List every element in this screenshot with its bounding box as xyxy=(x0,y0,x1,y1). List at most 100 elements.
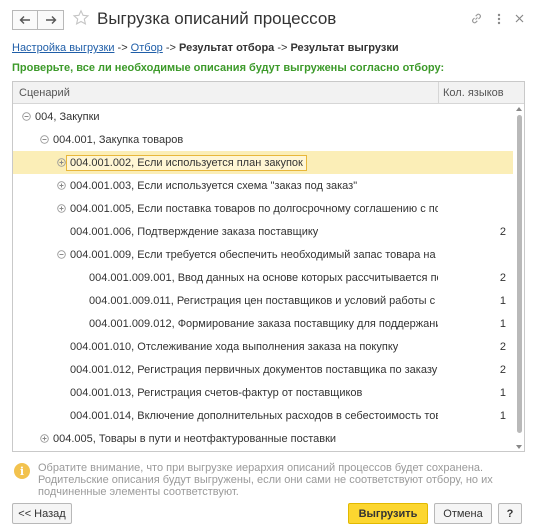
expand-icon[interactable] xyxy=(56,204,66,213)
cancel-button[interactable]: Отмена xyxy=(434,503,492,524)
nav-buttons xyxy=(12,10,64,30)
scenario-label: 004.001.010, Отслеживание хода выполнени… xyxy=(70,340,399,353)
scenario-cell[interactable]: 004.001.014, Включение дополнительных ра… xyxy=(13,404,438,427)
favorite-star-icon[interactable] xyxy=(72,9,90,30)
languages-count-cell: 2 xyxy=(499,340,506,353)
breadcrumb-separator: -> xyxy=(274,42,291,54)
languages-count-cell: 1 xyxy=(499,409,506,422)
table-row[interactable]: 004.001.012, Регистрация первичных докум… xyxy=(13,358,513,381)
scenario-label: 004.001.013, Регистрация счетов-фактур о… xyxy=(70,386,363,399)
languages-count-cell xyxy=(439,105,513,128)
forward-arrow-button[interactable] xyxy=(38,10,64,30)
languages-count-cell: 1 xyxy=(499,386,506,399)
languages-count-cell: 1 xyxy=(499,294,506,307)
table-row[interactable]: 004.001.002, Если используется план заку… xyxy=(13,151,513,174)
scenario-cell[interactable]: 004.001, Закупка товаров xyxy=(13,128,438,151)
table-row[interactable]: 004.005, Товары в пути и неотфактурованн… xyxy=(13,427,513,450)
vertical-scrollbar[interactable] xyxy=(515,105,524,451)
scenario-cell[interactable]: 004.001.013, Регистрация счетов-фактур о… xyxy=(13,381,438,404)
scenario-cell[interactable]: 004.001.003, Если используется схема "за… xyxy=(13,174,438,197)
collapse-icon[interactable] xyxy=(21,112,31,121)
check-prompt: Проверьте, все ли необходимые описания б… xyxy=(12,62,445,74)
table-header: Сценарий Кол. языков xyxy=(13,82,524,104)
breadcrumb-separator: -> xyxy=(162,42,180,54)
close-icon[interactable] xyxy=(515,14,524,23)
languages-count-cell xyxy=(439,197,513,220)
languages-count-cell: 2 xyxy=(499,271,506,284)
column-header-scenario[interactable]: Сценарий xyxy=(19,87,70,99)
scenario-table: Сценарий Кол. языков 004, Закупки 004.001… xyxy=(12,81,525,452)
window-controls xyxy=(470,12,524,25)
scenario-cell[interactable]: 004.001.002, Если используется план заку… xyxy=(13,151,438,174)
window-title: Выгрузка описаний процессов xyxy=(97,9,337,28)
collapse-icon[interactable] xyxy=(39,135,49,144)
table-row[interactable]: 004.001.013, Регистрация счетов-фактур о… xyxy=(13,381,513,404)
scenario-label: 004.005, Товары в пути и неотфактурованн… xyxy=(53,432,337,445)
table-row[interactable]: 004.001.010, Отслеживание хода выполнени… xyxy=(13,335,513,358)
scenario-cell[interactable]: 004.001.009, Если требуется обеспечить н… xyxy=(13,243,438,266)
languages-count-cell xyxy=(439,151,513,174)
table-body: 004, Закупки 004.001, Закупка товаров 004.… xyxy=(13,105,513,450)
link-icon[interactable] xyxy=(470,12,483,25)
breadcrumb-separator: -> xyxy=(114,42,131,54)
languages-count-cell: 2 xyxy=(499,363,506,376)
scenario-cell[interactable]: 004.001.005, Если поставка товаров по до… xyxy=(13,197,438,220)
breadcrumb-settings-link[interactable]: Настройка выгрузки xyxy=(12,42,114,54)
scroll-up-icon[interactable] xyxy=(516,107,522,111)
title-bar: Выгрузка описаний процессов xyxy=(0,0,534,38)
arrow-right-icon xyxy=(45,16,56,24)
more-menu-icon[interactable] xyxy=(497,13,501,25)
languages-count-cell xyxy=(439,427,513,450)
collapse-icon[interactable] xyxy=(56,250,66,259)
scrollbar-thumb[interactable] xyxy=(517,115,522,433)
languages-count-cell xyxy=(439,128,513,151)
expand-icon[interactable] xyxy=(39,434,49,443)
scenario-label: 004.001.005, Если поставка товаров по до… xyxy=(70,202,438,215)
scenario-cell[interactable]: 004, Закупки xyxy=(13,105,438,128)
expand-icon[interactable] xyxy=(56,181,66,190)
table-row[interactable]: 004.001.009.011, Регистрация цен поставщ… xyxy=(13,289,513,312)
scenario-cell[interactable]: 004.001.010, Отслеживание хода выполнени… xyxy=(13,335,438,358)
scenario-label: 004.001, Закупка товаров xyxy=(53,133,184,146)
scenario-cell[interactable]: 004.001.009.001, Ввод данных на основе к… xyxy=(13,266,438,289)
languages-count-cell: 2 xyxy=(499,225,506,238)
scenario-label: 004.001.003, Если используется схема "за… xyxy=(70,179,358,192)
back-arrow-button[interactable] xyxy=(12,10,38,30)
table-row[interactable]: 004.001.009.001, Ввод данных на основе к… xyxy=(13,266,513,289)
table-row[interactable]: 004.001.009, Если требуется обеспечить н… xyxy=(13,243,513,266)
scenario-label: 004.001.012, Регистрация первичных докум… xyxy=(70,363,438,376)
scenario-label: 004.001.006, Подтверждение заказа постав… xyxy=(70,225,319,238)
scenario-label: 004.001.014, Включение дополнительных ра… xyxy=(70,409,438,422)
breadcrumb-filter-link[interactable]: Отбор xyxy=(131,42,163,54)
table-row[interactable]: 004.001.006, Подтверждение заказа постав… xyxy=(13,220,513,243)
table-row[interactable]: 004.001.014, Включение дополнительных ра… xyxy=(13,404,513,427)
back-button[interactable]: << Назад xyxy=(12,503,72,524)
help-button[interactable]: ? xyxy=(498,503,522,524)
scenario-cell[interactable]: 004.001.006, Подтверждение заказа постав… xyxy=(13,220,438,243)
info-icon: i xyxy=(14,463,30,479)
scenario-label: 004.001.009, Если требуется обеспечить н… xyxy=(70,248,438,261)
column-header-languages[interactable]: Кол. языков xyxy=(443,87,504,99)
scenario-cell[interactable]: 004.001.009.012, Формирование заказа пос… xyxy=(13,312,438,335)
scenario-cell[interactable]: 004.001.012, Регистрация первичных докум… xyxy=(13,358,438,381)
languages-count-cell xyxy=(439,243,513,266)
scenario-label: 004.001.009.012, Формирование заказа пос… xyxy=(89,317,438,330)
arrow-left-icon xyxy=(19,16,30,24)
scenario-cell[interactable]: 004.001.009.011, Регистрация цен поставщ… xyxy=(13,289,438,312)
expand-icon[interactable] xyxy=(56,158,66,167)
table-row[interactable]: 004.001.003, Если используется схема "за… xyxy=(13,174,513,197)
breadcrumb: Настройка выгрузки -> Отбор -> Результат… xyxy=(12,42,399,54)
table-row[interactable]: 004.001, Закупка товаров xyxy=(13,128,513,151)
scenario-cell[interactable]: 004.005, Товары в пути и неотфактурованн… xyxy=(13,427,438,450)
scenario-label: 004.001.009.001, Ввод данных на основе к… xyxy=(89,271,438,284)
breadcrumb-unload-result: Результат выгрузки xyxy=(290,42,399,54)
scroll-down-icon[interactable] xyxy=(516,445,522,449)
table-row[interactable]: 004.001.005, Если поставка товаров по до… xyxy=(13,197,513,220)
languages-count-cell: 1 xyxy=(499,317,506,330)
scenario-label: 004.001.002, Если используется план заку… xyxy=(66,154,307,171)
table-row[interactable]: 004, Закупки xyxy=(13,105,513,128)
table-row[interactable]: 004.001.009.012, Формирование заказа пос… xyxy=(13,312,513,335)
unload-button[interactable]: Выгрузить xyxy=(348,503,428,524)
scenario-label: 004.001.009.011, Регистрация цен поставщ… xyxy=(89,294,438,307)
note-text: Обратите внимание, что при выгрузке иера… xyxy=(38,462,493,498)
